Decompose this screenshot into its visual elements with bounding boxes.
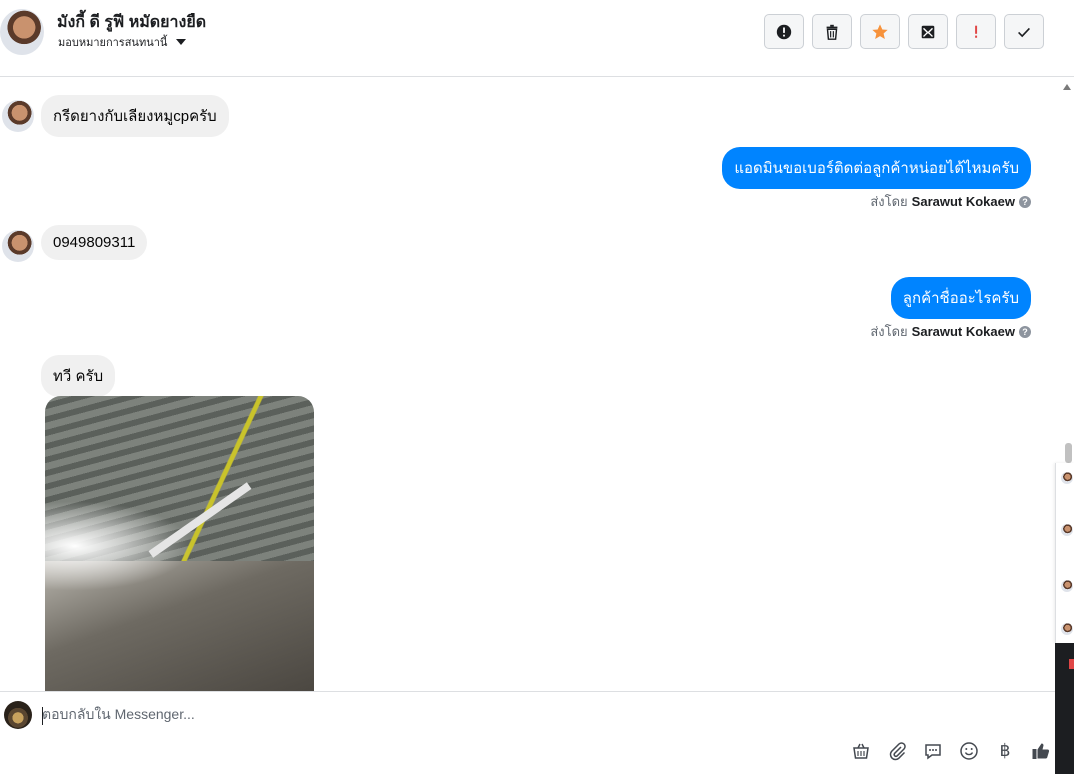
conversation-avatar[interactable] [1061, 524, 1073, 536]
help-icon[interactable]: ? [1019, 325, 1031, 338]
paperclip-icon [889, 742, 906, 761]
assign-label: มอบหมายการสนทนานี้ [58, 37, 168, 49]
saved-replies-button[interactable] [922, 740, 944, 762]
sent-by-line: ส่งโดย Sarawut Kokaew ? [870, 191, 1031, 212]
spam-button[interactable] [764, 14, 804, 49]
like-button[interactable] [1030, 740, 1052, 762]
sender-avatar [2, 100, 34, 132]
conversation-header: มังกี้ ดี รูฟี หมัดยางยืด มอบหมายการสนทน… [0, 0, 1074, 77]
message-thread[interactable]: กรีดยางกับเลียงหมูcpครับ แอดมินขอเบอร์ติ… [0, 78, 1060, 691]
composer-tools: ฿ [850, 740, 1052, 762]
outgoing-message[interactable]: แอดมินขอเบอร์ติดต่อลูกค้าหน่อยได้ไหมครับ [722, 147, 1031, 189]
mail-open-icon [921, 25, 935, 38]
emoji-icon [960, 742, 978, 760]
conversation-list-edge [1055, 463, 1074, 643]
sent-by-line: ส่งโดย Sarawut Kokaew ? [870, 321, 1031, 342]
assign-conversation-dropdown[interactable]: มอบหมายการสนทนานี้ [58, 33, 187, 51]
customer-avatar[interactable] [0, 9, 44, 55]
incoming-message[interactable]: 0949809311 [41, 225, 148, 260]
mark-done-button[interactable] [1004, 14, 1044, 49]
text-cursor [42, 707, 43, 725]
alert-circle-icon [776, 24, 792, 39]
photo-light [45, 501, 193, 591]
inbox-conversation-view: มังกี้ ดี รูฟี หมัดยางยืด มอบหมายการสนทน… [0, 0, 1074, 774]
thumbs-up-icon [1032, 743, 1050, 759]
caret-down-icon [176, 39, 187, 45]
conversation-actions [764, 14, 1044, 49]
baht-icon: ฿ [999, 741, 1011, 761]
incoming-message[interactable]: ทวี ครับ [41, 355, 116, 397]
delete-button[interactable] [812, 14, 852, 49]
incoming-photo[interactable] [45, 396, 314, 691]
attach-button[interactable] [886, 740, 908, 762]
check-icon [1018, 27, 1030, 37]
emoji-button[interactable] [958, 740, 980, 762]
reply-input[interactable] [42, 706, 942, 722]
shop-button[interactable] [850, 740, 872, 762]
shopping-bag-icon [853, 743, 869, 759]
mark-unread-button[interactable] [908, 14, 948, 49]
payment-button[interactable]: ฿ [994, 740, 1016, 762]
sent-by-label: ส่งโดย [870, 324, 908, 339]
exclamation-icon [975, 25, 978, 38]
help-icon[interactable]: ? [1019, 195, 1031, 208]
incoming-message[interactable]: กรีดยางกับเลียงหมูcpครับ [41, 95, 229, 137]
conversation-avatar[interactable] [1061, 623, 1073, 635]
saved-replies-icon [925, 744, 941, 760]
reply-composer: ฿ [0, 691, 1055, 774]
sender-avatar [2, 230, 34, 262]
star-button[interactable] [860, 14, 900, 49]
scrollbar-thumb[interactable] [1065, 443, 1072, 463]
outgoing-message[interactable]: ลูกค้าชื่ออะไรครับ [890, 277, 1031, 319]
dark-side-panel [1055, 643, 1074, 774]
page-avatar [4, 701, 32, 729]
customer-name[interactable]: มังกี้ ดี รูฟี หมัดยางยืด [57, 10, 206, 35]
trash-icon [826, 24, 838, 40]
sender-name: Sarawut Kokaew [911, 324, 1015, 339]
notification-marker [1069, 659, 1074, 669]
follow-up-button[interactable] [956, 14, 996, 49]
scroll-up-arrow[interactable] [1063, 84, 1071, 90]
sent-by-label: ส่งโดย [870, 194, 908, 209]
conversation-avatar[interactable] [1061, 580, 1073, 592]
star-icon [872, 23, 888, 39]
sender-name: Sarawut Kokaew [911, 194, 1015, 209]
conversation-avatar[interactable] [1061, 472, 1073, 484]
